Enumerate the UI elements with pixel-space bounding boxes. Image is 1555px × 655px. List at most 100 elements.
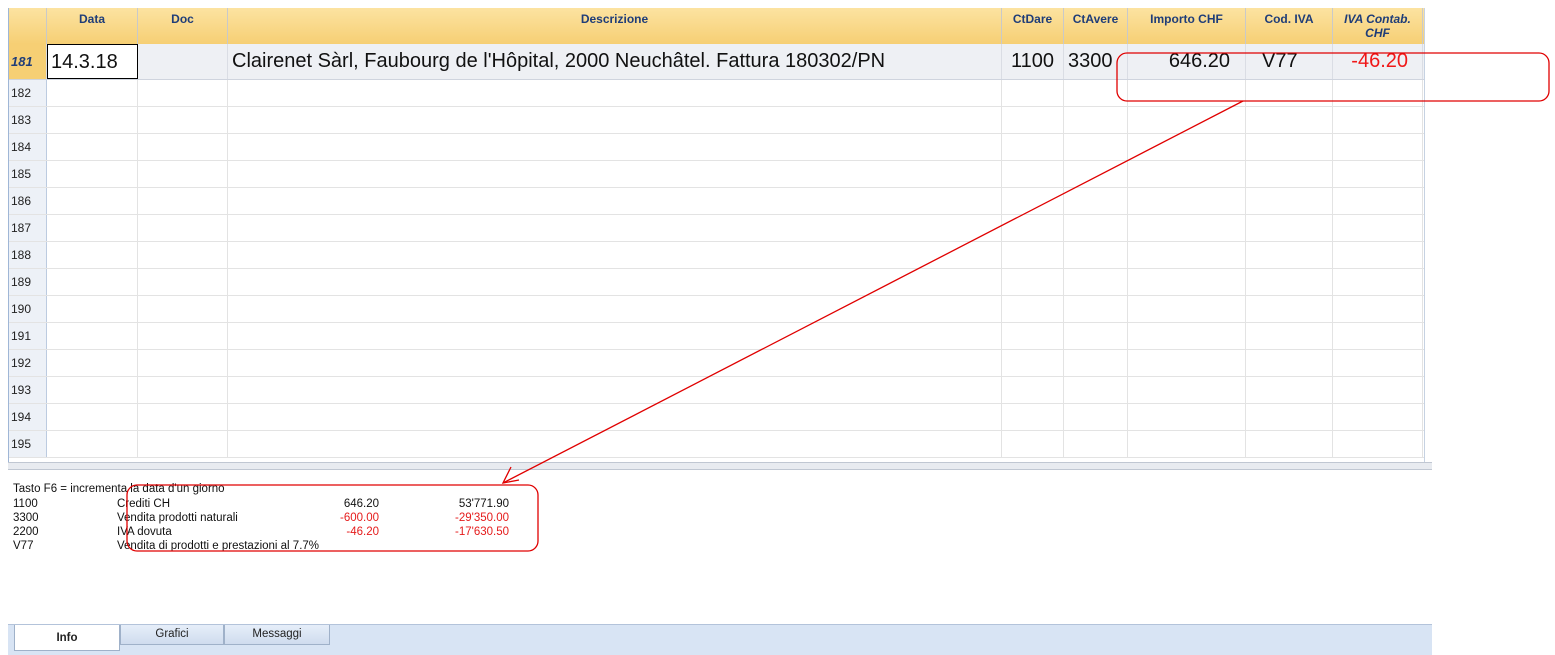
cell-codiva[interactable]: [1246, 296, 1333, 322]
cell-importo[interactable]: [1128, 350, 1246, 376]
cell-importo[interactable]: [1128, 134, 1246, 160]
cell-doc[interactable]: [138, 134, 228, 160]
cell-codiva[interactable]: [1246, 134, 1333, 160]
cell-codiva[interactable]: [1246, 242, 1333, 268]
cell-importo[interactable]: [1128, 269, 1246, 295]
cell-descrizione[interactable]: [228, 215, 1002, 241]
cell-doc[interactable]: [138, 80, 228, 106]
cell-ctdare[interactable]: [1002, 269, 1064, 295]
cell-data[interactable]: [47, 107, 138, 133]
cell-ctdare[interactable]: [1002, 296, 1064, 322]
column-header-codiva[interactable]: Cod. IVA: [1246, 8, 1333, 44]
cell-doc[interactable]: [138, 296, 228, 322]
cell-ctavere[interactable]: [1064, 107, 1128, 133]
row-number[interactable]: 183: [9, 107, 47, 133]
column-header-ctavere[interactable]: CtAvere: [1064, 8, 1128, 44]
table-row[interactable]: 188: [9, 242, 1424, 269]
cell-data[interactable]: [47, 404, 138, 430]
cell-descrizione[interactable]: [228, 377, 1002, 403]
cell-ctdare[interactable]: [1002, 215, 1064, 241]
cell-data[interactable]: [47, 296, 138, 322]
cell-ivacontab[interactable]: [1333, 323, 1423, 349]
row-number[interactable]: 189: [9, 269, 47, 295]
column-header-importo[interactable]: Importo CHF: [1128, 8, 1246, 44]
cell-ctavere[interactable]: 3300: [1064, 44, 1128, 79]
cell-importo[interactable]: [1128, 107, 1246, 133]
cell-importo[interactable]: 646.20: [1128, 44, 1246, 79]
table-row[interactable]: 183: [9, 107, 1424, 134]
cell-codiva[interactable]: V77: [1246, 44, 1333, 79]
cell-codiva[interactable]: [1246, 350, 1333, 376]
cell-data[interactable]: 14.3.18: [47, 44, 138, 79]
row-number[interactable]: 185: [9, 161, 47, 187]
cell-ctdare[interactable]: [1002, 134, 1064, 160]
table-row[interactable]: 182: [9, 80, 1424, 107]
table-row[interactable]: 184: [9, 134, 1424, 161]
cell-ivacontab[interactable]: [1333, 431, 1423, 457]
cell-ctdare[interactable]: [1002, 350, 1064, 376]
cell-ctdare[interactable]: [1002, 107, 1064, 133]
cell-codiva[interactable]: [1246, 107, 1333, 133]
cell-descrizione[interactable]: [228, 350, 1002, 376]
column-header-ctdare[interactable]: CtDare: [1002, 8, 1064, 44]
cell-importo[interactable]: [1128, 377, 1246, 403]
cell-ctdare[interactable]: [1002, 431, 1064, 457]
cell-codiva[interactable]: [1246, 404, 1333, 430]
cell-doc[interactable]: [138, 404, 228, 430]
cell-ctavere[interactable]: [1064, 377, 1128, 403]
cell-doc[interactable]: [138, 242, 228, 268]
row-number[interactable]: 191: [9, 323, 47, 349]
cell-importo[interactable]: [1128, 161, 1246, 187]
cell-ivacontab[interactable]: [1333, 377, 1423, 403]
cell-descrizione[interactable]: [228, 404, 1002, 430]
cell-codiva[interactable]: [1246, 269, 1333, 295]
table-row[interactable]: 186: [9, 188, 1424, 215]
cell-doc[interactable]: [138, 44, 228, 79]
cell-importo[interactable]: [1128, 404, 1246, 430]
row-number[interactable]: 181: [9, 44, 47, 79]
cell-importo[interactable]: [1128, 296, 1246, 322]
table-row[interactable]: 195: [9, 431, 1424, 458]
table-row[interactable]: 192: [9, 350, 1424, 377]
table-row[interactable]: 190: [9, 296, 1424, 323]
cell-importo[interactable]: [1128, 188, 1246, 214]
cell-ctdare[interactable]: [1002, 377, 1064, 403]
cell-ivacontab[interactable]: [1333, 134, 1423, 160]
row-number[interactable]: 195: [9, 431, 47, 457]
column-header-ivacontab[interactable]: IVA Contab. CHF: [1333, 8, 1423, 44]
cell-ctavere[interactable]: [1064, 269, 1128, 295]
cell-doc[interactable]: [138, 215, 228, 241]
cell-importo[interactable]: [1128, 323, 1246, 349]
cell-data[interactable]: [47, 80, 138, 106]
column-header-data[interactable]: Data: [47, 8, 138, 44]
table-row[interactable]: 189: [9, 269, 1424, 296]
cell-data[interactable]: [47, 242, 138, 268]
cell-data[interactable]: [47, 377, 138, 403]
cell-ivacontab[interactable]: [1333, 107, 1423, 133]
cell-ctdare[interactable]: [1002, 188, 1064, 214]
cell-ctavere[interactable]: [1064, 134, 1128, 160]
cell-ctavere[interactable]: [1064, 296, 1128, 322]
row-number[interactable]: 187: [9, 215, 47, 241]
row-number[interactable]: 182: [9, 80, 47, 106]
cell-ivacontab[interactable]: [1333, 350, 1423, 376]
cell-ctavere[interactable]: [1064, 188, 1128, 214]
cell-ivacontab[interactable]: [1333, 188, 1423, 214]
panel-splitter[interactable]: [8, 462, 1432, 470]
cell-ctavere[interactable]: [1064, 215, 1128, 241]
cell-descrizione[interactable]: [228, 188, 1002, 214]
cell-descrizione[interactable]: [228, 161, 1002, 187]
cell-ivacontab[interactable]: [1333, 80, 1423, 106]
row-number[interactable]: 194: [9, 404, 47, 430]
cell-ivacontab[interactable]: -46.20: [1333, 44, 1423, 79]
cell-doc[interactable]: [138, 377, 228, 403]
cell-ctavere[interactable]: [1064, 80, 1128, 106]
cell-codiva[interactable]: [1246, 80, 1333, 106]
cell-ctavere[interactable]: [1064, 350, 1128, 376]
cell-codiva[interactable]: [1246, 323, 1333, 349]
cell-ivacontab[interactable]: [1333, 161, 1423, 187]
cell-descrizione[interactable]: [228, 296, 1002, 322]
cell-codiva[interactable]: [1246, 431, 1333, 457]
cell-descrizione[interactable]: [228, 242, 1002, 268]
table-row-active[interactable]: 181 14.3.18 Clairenet Sàrl, Faubourg de …: [9, 44, 1424, 80]
